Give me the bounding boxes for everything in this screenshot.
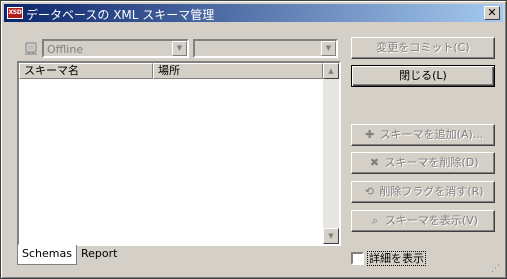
plus-icon: ✚ — [365, 128, 375, 141]
connection-select-value: Offline — [47, 43, 84, 56]
scroll-down-arrow-icon[interactable]: ▼ — [323, 228, 339, 244]
magnifier-icon: ⌕ — [371, 214, 379, 227]
clear-delete-flag-button[interactable]: ⟲ 削除フラグを消す(R) — [351, 181, 495, 203]
add-schema-label: スキーマを追加(A)... — [379, 128, 484, 141]
column-header-location[interactable]: 場所 — [153, 63, 323, 79]
delete-schema-button[interactable]: ✖ スキーマを削除(D) — [351, 152, 495, 174]
delete-icon: ✖ — [369, 156, 380, 169]
database-icon — [25, 42, 37, 55]
scroll-up-arrow-icon[interactable]: ▲ — [323, 63, 339, 79]
clear-delete-flag-label: 削除フラグを消す(R) — [379, 185, 484, 198]
secondary-select[interactable]: ▼ — [193, 39, 338, 58]
tab-report[interactable]: Report — [77, 245, 121, 264]
close-button[interactable]: 閉じる(L) — [351, 65, 495, 87]
show-details-checkbox[interactable] — [351, 252, 364, 265]
chevron-down-icon[interactable]: ▼ — [321, 41, 336, 56]
vertical-scrollbar[interactable]: ▲ ▼ — [323, 63, 339, 244]
schema-list-header: スキーマ名 場所 — [19, 63, 323, 79]
chevron-down-icon[interactable]: ▼ — [172, 41, 187, 56]
column-header-schema-name[interactable]: スキーマ名 — [19, 63, 153, 79]
show-schema-button[interactable]: ⌕ スキーマを表示(V) — [351, 210, 495, 232]
dialog-window: XSD データベースの XML スキーマ管理 ✕ Offline ▼ ▼ スキー… — [0, 0, 507, 279]
window-title: データベースの XML スキーマ管理 — [26, 8, 215, 22]
delete-schema-label: スキーマを削除(D) — [384, 156, 479, 169]
tab-schemas[interactable]: Schemas — [17, 245, 77, 265]
title-bar[interactable]: XSD データベースの XML スキーマ管理 ✕ — [4, 4, 503, 22]
show-schema-label: スキーマを表示(V) — [384, 214, 479, 227]
xsd-app-icon: XSD — [7, 7, 23, 19]
resize-grip-icon[interactable]: ⋰ — [491, 263, 503, 275]
connection-select[interactable]: Offline ▼ — [42, 39, 189, 58]
commit-changes-button[interactable]: 変更をコミット(C) — [351, 37, 495, 59]
close-window-button[interactable]: ✕ — [484, 6, 500, 20]
schema-list[interactable]: スキーマ名 場所 ▲ ▼ — [17, 61, 341, 246]
undo-flag-icon: ⟲ — [364, 185, 374, 198]
show-details-label[interactable]: 詳細を表示 — [367, 251, 426, 266]
add-schema-button[interactable]: ✚ スキーマを追加(A)... — [351, 124, 495, 146]
